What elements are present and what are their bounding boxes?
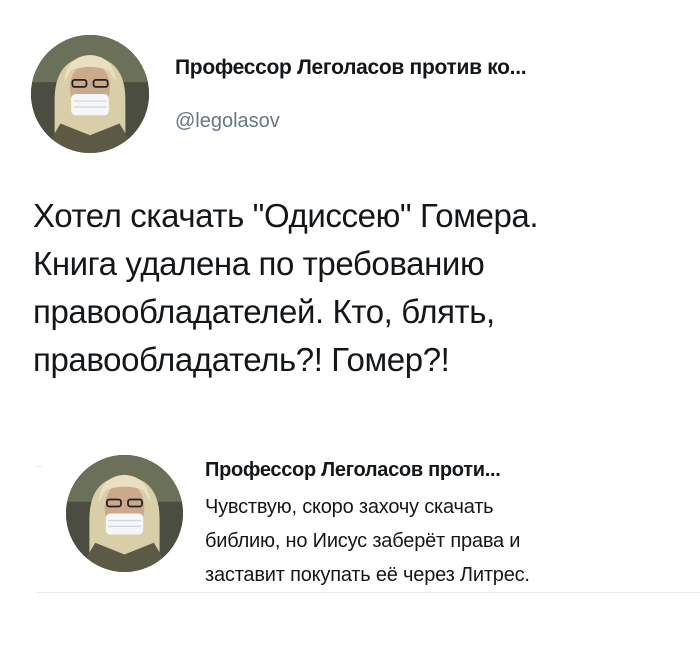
author-name[interactable]: Профессор Леголасов против ко... xyxy=(175,56,527,80)
quote-top-divider xyxy=(36,466,42,467)
tweet-text: Хотел скачать "Одиссею" Гомера. Книга уд… xyxy=(33,197,539,378)
author-avatar[interactable] xyxy=(31,35,149,153)
reply-avatar-image xyxy=(66,455,183,572)
author-handle[interactable]: @legolasov xyxy=(175,110,280,133)
reply-author-name[interactable]: Профессор Леголасов проти... xyxy=(205,459,501,482)
avatar-image xyxy=(31,35,149,153)
reply-bottom-divider xyxy=(36,592,700,593)
reply-text: Чувствую, скоро захочу скачать библию, н… xyxy=(205,496,530,586)
reply-author-avatar[interactable] xyxy=(66,455,183,572)
